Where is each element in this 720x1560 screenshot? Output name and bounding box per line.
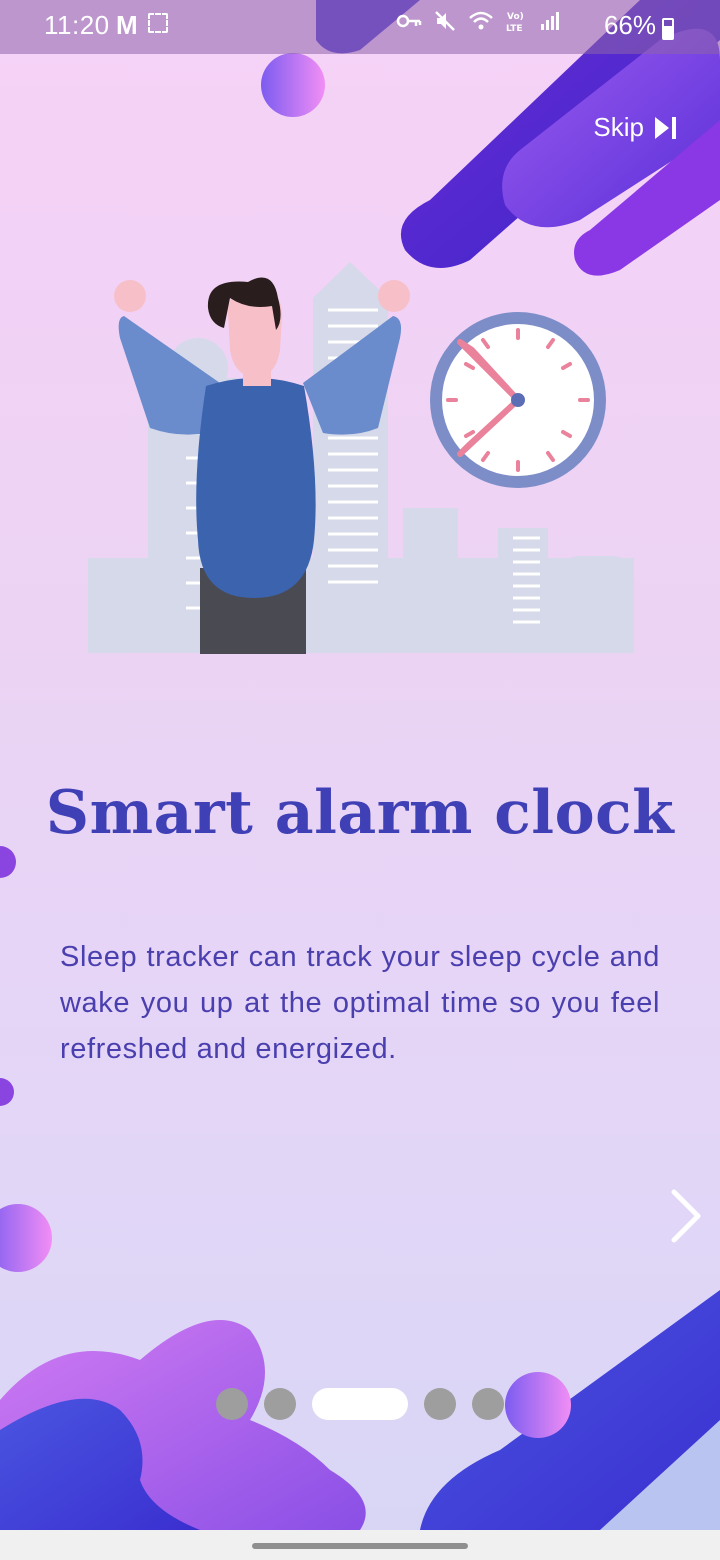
onboarding-title: Smart alarm clock xyxy=(45,778,675,848)
status-icons: Vo) LTE xyxy=(396,9,560,33)
page-dot-active[interactable] xyxy=(312,1388,408,1420)
screenshot-icon xyxy=(148,13,168,33)
page-dot[interactable] xyxy=(472,1388,504,1420)
skip-label: Skip xyxy=(593,112,644,142)
wifi-6-icon xyxy=(469,11,493,30)
page-dot[interactable] xyxy=(264,1388,296,1420)
svg-text:Vo): Vo) xyxy=(507,12,524,22)
alarm-clock-icon xyxy=(430,312,606,488)
status-time: 11:20 xyxy=(44,10,110,40)
chevron-right-icon[interactable] xyxy=(664,1186,708,1246)
navigation-bar xyxy=(0,1530,720,1560)
home-gesture-handle[interactable] xyxy=(252,1543,468,1549)
page-dot[interactable] xyxy=(216,1388,248,1420)
onboarding-screen: 11:20 M Vo) LTE 66% Skip Smart alarm clo… xyxy=(0,0,720,1560)
page-indicator xyxy=(0,1388,720,1422)
signal-icon xyxy=(541,12,559,30)
page-dot[interactable] xyxy=(424,1388,456,1420)
battery-percent: 66% xyxy=(603,10,656,40)
skip-next-icon xyxy=(655,116,676,139)
status-bar: 11:20 M Vo) LTE 66% xyxy=(0,0,720,54)
key-icon xyxy=(396,14,422,28)
onboarding-description: Sleep tracker can track your sleep cycle… xyxy=(60,941,660,1065)
mute-icon xyxy=(435,11,455,31)
volte-icon: Vo) LTE xyxy=(506,12,524,33)
svg-text:LTE: LTE xyxy=(506,24,523,33)
battery-icon xyxy=(662,18,674,40)
gmail-icon: M xyxy=(116,10,138,40)
man-with-alarm-clock-illustration xyxy=(88,262,634,654)
skip-button[interactable]: Skip xyxy=(593,112,678,143)
